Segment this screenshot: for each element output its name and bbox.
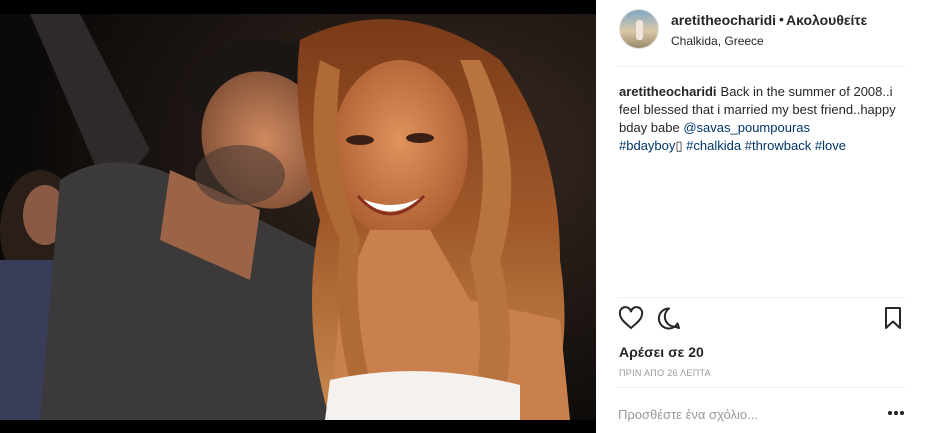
post-header: aretitheocharidi • Ακολουθείτε Chalkida,…	[596, 0, 927, 66]
separator-dot: •	[779, 11, 784, 27]
more-options-icon	[894, 411, 898, 415]
post-side-panel: aretitheocharidi • Ακολουθείτε Chalkida,…	[596, 0, 927, 433]
divider	[618, 387, 906, 388]
following-button[interactable]: Ακολουθείτε	[786, 12, 867, 28]
more-options-icon	[888, 411, 892, 415]
more-options-button[interactable]	[888, 408, 906, 418]
hashtag-chalkida[interactable]: #chalkida	[686, 138, 741, 153]
divider	[618, 297, 906, 298]
mention-link[interactable]: @savas_poumpouras	[683, 120, 810, 135]
more-options-icon	[900, 411, 904, 415]
action-bar	[618, 306, 908, 336]
caption: aretitheocharidi Back in the summer of 20…	[619, 83, 909, 155]
hashtag-bdayboy[interactable]: #bdayboy	[619, 138, 675, 153]
location-link[interactable]: Chalkida, Greece	[671, 34, 764, 48]
post-photo[interactable]	[0, 0, 596, 433]
likes-count[interactable]: Αρέσει σε 20	[619, 344, 704, 360]
comment-icon	[657, 307, 680, 330]
divider	[618, 66, 906, 67]
save-button[interactable]	[882, 306, 904, 335]
heart-icon	[618, 306, 644, 329]
comment-input[interactable]	[618, 404, 868, 424]
post-timestamp[interactable]: ΠΡΙΝ ΑΠΟ 26 ΛΕΠΤΑ	[619, 368, 711, 378]
hashtag-throwback[interactable]: #throwback	[745, 138, 811, 153]
bookmark-icon	[885, 307, 901, 329]
username-link[interactable]: aretitheocharidi	[671, 12, 776, 28]
comment-box	[618, 396, 908, 432]
emoji-glyph: ▯	[675, 138, 683, 153]
comment-button[interactable]	[656, 306, 682, 335]
post-image	[0, 0, 596, 433]
hashtag-love[interactable]: #love	[815, 138, 846, 153]
caption-username[interactable]: aretitheocharidi	[619, 84, 717, 99]
like-button[interactable]	[618, 306, 644, 335]
avatar[interactable]	[619, 9, 659, 49]
